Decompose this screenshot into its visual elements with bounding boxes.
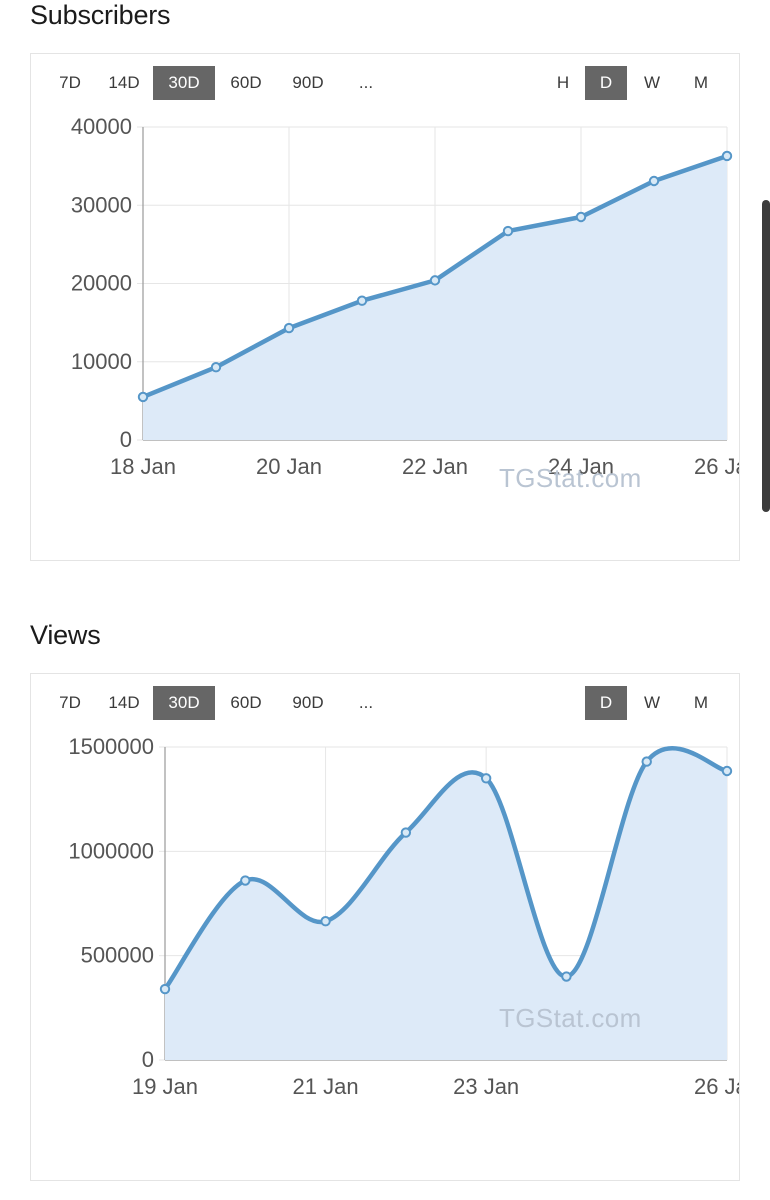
page-title-subscribers: Subscribers: [30, 0, 171, 30]
granularity-button-week[interactable]: W: [627, 66, 677, 100]
range-button-14d[interactable]: 14D: [95, 66, 153, 100]
svg-text:1000000: 1000000: [68, 838, 154, 863]
svg-text:23 Jan: 23 Jan: [453, 1074, 519, 1099]
svg-text:21 Jan: 21 Jan: [293, 1074, 359, 1099]
granularity-button-day[interactable]: D: [585, 66, 627, 100]
subscribers-card: 7D 14D 30D 60D 90D ... H D W M 0 10000 200…: [30, 53, 740, 561]
svg-text:20000: 20000: [71, 271, 132, 296]
svg-text:18 Jan: 18 Jan: [110, 454, 176, 479]
svg-text:1500000: 1500000: [68, 734, 154, 759]
svg-text:26 Jan: 26 Jan: [694, 454, 739, 479]
vertical-scrollbar[interactable]: [762, 200, 770, 512]
svg-text:24 Jan: 24 Jan: [548, 454, 614, 479]
views-granularity-button-day[interactable]: D: [585, 686, 627, 720]
range-button-7d[interactable]: 7D: [45, 66, 95, 100]
svg-text:26 Jan: 26 Jan: [694, 1074, 739, 1099]
svg-text:0: 0: [142, 1047, 154, 1072]
page-title-views: Views: [30, 620, 101, 650]
views-range-button-60d[interactable]: 60D: [215, 686, 277, 720]
subscribers-toolbar: 7D 14D 30D 60D 90D ... H D W M: [31, 61, 739, 105]
subscribers-section: Subscribers: [30, 0, 740, 30]
views-range-button-7d[interactable]: 7D: [45, 686, 95, 720]
svg-text:500000: 500000: [81, 943, 154, 968]
views-range-button-90d[interactable]: 90D: [277, 686, 339, 720]
granularity-button-month[interactable]: M: [677, 66, 725, 100]
subscribers-granularity-group: H D W M: [541, 66, 725, 100]
range-button-60d[interactable]: 60D: [215, 66, 277, 100]
svg-text:22 Jan: 22 Jan: [402, 454, 468, 479]
views-granularity-button-month[interactable]: M: [677, 686, 725, 720]
granularity-button-hour[interactable]: H: [541, 66, 585, 100]
svg-text:19 Jan: 19 Jan: [132, 1074, 198, 1099]
scrollbar-thumb[interactable]: [762, 200, 770, 512]
views-chart-svg: 0 500000 1000000 1500000 19 Jan 21 Jan 23 Jan 2…: [68, 734, 739, 1099]
range-button-90d[interactable]: 90D: [277, 66, 339, 100]
svg-text:40000: 40000: [71, 114, 132, 139]
views-range-button-14d[interactable]: 14D: [95, 686, 153, 720]
views-range-button-more[interactable]: ...: [339, 686, 393, 720]
views-section: Views: [30, 620, 740, 650]
svg-text:0: 0: [120, 427, 132, 452]
range-button-30d[interactable]: 30D: [153, 66, 215, 100]
views-chart[interactable]: 0 500000 1000000 1500000 19 Jan 21 Jan 23 Jan 2…: [31, 725, 739, 1145]
subscribers-chart-svg: 0 10000 20000 30000 40000 18 Jan 20 Jan 22 Jan 2…: [71, 114, 739, 479]
views-card: 7D 14D 30D 60D 90D ... D W M 0 500000 1000…: [30, 673, 740, 1181]
views-range-button-30d[interactable]: 30D: [153, 686, 215, 720]
views-granularity-button-week[interactable]: W: [627, 686, 677, 720]
views-range-group: 7D 14D 30D 60D 90D ...: [45, 686, 393, 720]
svg-text:10000: 10000: [71, 349, 132, 374]
subscribers-chart[interactable]: 0 10000 20000 30000 40000 18 Jan 20 Jan 22 Jan 2…: [31, 105, 739, 525]
svg-text:20 Jan: 20 Jan: [256, 454, 322, 479]
range-button-more[interactable]: ...: [339, 66, 393, 100]
subscribers-range-group: 7D 14D 30D 60D 90D ...: [45, 66, 393, 100]
views-granularity-group: D W M: [585, 686, 725, 720]
stats-page: Subscribers 7D 14D 30D 60D 90D ... H D W…: [0, 0, 770, 1200]
views-toolbar: 7D 14D 30D 60D 90D ... D W M: [31, 681, 739, 725]
svg-text:30000: 30000: [71, 192, 132, 217]
